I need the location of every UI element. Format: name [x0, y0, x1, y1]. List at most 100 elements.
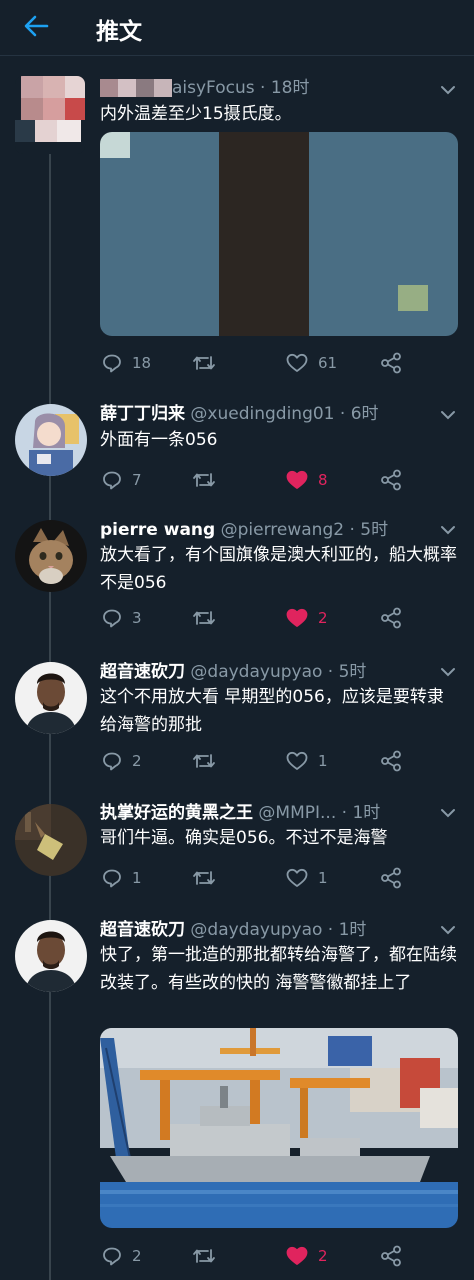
reply-count: 2 [132, 752, 142, 770]
timestamp[interactable]: 5时 [339, 662, 367, 682]
tweet-3[interactable]: 超音速砍刀 @daydayupyao · 5时 这个不用放大看 早期型的056，… [0, 656, 474, 786]
user-handle[interactable]: @MMPI... [258, 803, 336, 823]
reply-button[interactable]: 7 [102, 468, 142, 492]
like-button[interactable]: 2 [286, 1244, 328, 1268]
tweet-text: 放大看了，有个国旗像是澳大利亚的，船大概率不是056 [100, 545, 457, 593]
reply-icon [103, 471, 121, 490]
heart-icon [286, 868, 308, 887]
heart-icon [286, 1246, 308, 1265]
tweet-0[interactable]: aisyFocus · 18时 内外温差至少15摄氏度。 18 61 [0, 70, 474, 390]
share-icon [381, 867, 401, 889]
retweet-icon [193, 754, 215, 768]
chevron-down-icon[interactable] [440, 524, 456, 536]
tweet-media-image[interactable] [100, 132, 458, 336]
reply-button[interactable]: 18 [102, 351, 151, 375]
reply-icon [103, 752, 121, 771]
like-button[interactable]: 8 [286, 468, 328, 492]
user-handle[interactable]: @xuedingding01 [190, 404, 334, 424]
avatar[interactable] [15, 76, 85, 154]
display-name[interactable]: 超音速砍刀 [100, 920, 185, 940]
page-title: 推文 [96, 19, 142, 45]
reply-count: 1 [132, 869, 142, 887]
share-icon [381, 750, 401, 772]
retweet-button[interactable] [192, 866, 216, 890]
tweet-actions: 2 2 [100, 1244, 420, 1268]
tweet-actions: 18 61 [100, 351, 420, 375]
share-button[interactable] [380, 866, 402, 890]
heart-icon [286, 353, 308, 372]
avatar[interactable] [15, 920, 87, 992]
timestamp[interactable]: 5时 [360, 520, 388, 540]
like-button[interactable]: 2 [286, 606, 328, 630]
tweet-text: 外面有一条056 [100, 430, 218, 450]
pixelated-avatar-image [15, 76, 85, 154]
retweet-icon [193, 356, 215, 370]
display-name[interactable]: 超音速砍刀 [100, 662, 185, 682]
retweet-button[interactable] [192, 468, 216, 492]
timestamp[interactable]: 1时 [352, 803, 380, 823]
display-name[interactable]: 执掌好运的黄黑之王 [100, 803, 253, 823]
reply-count: 2 [132, 1247, 142, 1265]
share-button[interactable] [380, 749, 402, 773]
retweet-button[interactable] [192, 749, 216, 773]
timestamp[interactable]: 1时 [339, 920, 367, 940]
reply-button[interactable]: 2 [102, 1244, 142, 1268]
display-name[interactable]: pierre wang [100, 520, 215, 540]
avatar[interactable] [15, 404, 87, 476]
chevron-down-icon[interactable] [440, 924, 456, 936]
heart-icon [286, 608, 308, 627]
tweet-header: pierre wang @pierrewang2 · 5时 [100, 520, 389, 540]
avatar[interactable] [15, 662, 87, 734]
chevron-down-icon[interactable] [440, 666, 456, 678]
share-button[interactable] [380, 468, 402, 492]
share-icon [381, 352, 401, 374]
like-button[interactable]: 1 [286, 866, 328, 890]
cat-avatar-image [15, 520, 87, 592]
chevron-down-icon[interactable] [440, 84, 456, 96]
user-handle[interactable]: @pierrewang2 [221, 520, 344, 540]
anime-avatar-image [15, 404, 87, 476]
reply-icon [103, 609, 121, 628]
avatar[interactable] [15, 804, 87, 876]
avatar[interactable] [15, 520, 87, 592]
tweet-5[interactable]: 超音速砍刀 @daydayupyao · 1时 快了，第一批造的那批都转给海警了… [0, 914, 474, 1280]
display-name[interactable]: 薛丁丁归来 [100, 404, 185, 424]
like-button[interactable]: 61 [286, 351, 337, 375]
chevron-down-icon[interactable] [440, 807, 456, 819]
reply-button[interactable]: 3 [102, 606, 142, 630]
user-handle[interactable]: @daydayupyao [190, 920, 322, 940]
timestamp[interactable]: 6时 [351, 404, 379, 424]
tweet-4[interactable]: 执掌好运的黄黑之王 @MMPI... · 1时 哥们牛逼。确实是056。不过不是… [0, 798, 474, 902]
share-button[interactable] [380, 606, 402, 630]
reply-button[interactable]: 1 [102, 866, 142, 890]
tweet-media-image[interactable] [100, 1028, 458, 1228]
reply-icon [103, 869, 121, 888]
user-handle[interactable]: aisyFocus [172, 78, 255, 98]
heart-icon [286, 470, 308, 489]
reply-count: 3 [132, 609, 142, 627]
reply-icon [103, 1247, 121, 1266]
timestamp[interactable]: 18时 [271, 78, 310, 98]
tweet-actions: 7 8 [100, 468, 420, 492]
retweet-button[interactable] [192, 1244, 216, 1268]
share-icon [381, 469, 401, 491]
tweet-actions: 1 1 [100, 866, 420, 890]
share-button[interactable] [380, 351, 402, 375]
share-button[interactable] [380, 1244, 402, 1268]
retweet-button[interactable] [192, 606, 216, 630]
retweet-button[interactable] [192, 351, 216, 375]
tweet-header: 超音速砍刀 @daydayupyao · 1时 [100, 920, 367, 940]
chevron-down-icon[interactable] [440, 409, 456, 421]
user-handle[interactable]: @daydayupyao [190, 662, 322, 682]
reply-button[interactable]: 2 [102, 749, 142, 773]
tweet-text: 快了，第一批造的那批都转给海警了，都在陆续改装了。有些改的快的 海警警徽都挂上了 [100, 945, 457, 993]
tweet-actions: 3 2 [100, 606, 420, 630]
person-avatar-image [15, 662, 87, 734]
top-bar: 推文 [0, 0, 474, 56]
like-button[interactable]: 1 [286, 749, 328, 773]
tweet-2[interactable]: pierre wang @pierrewang2 · 5时 放大看了，有个国旗像… [0, 514, 474, 644]
pixelated-image [100, 132, 458, 336]
tweet-1[interactable]: 薛丁丁归来 @xuedingding01 · 6时 外面有一条056 7 8 [0, 396, 474, 506]
like-count: 2 [318, 1247, 328, 1265]
back-button[interactable] [20, 12, 52, 40]
